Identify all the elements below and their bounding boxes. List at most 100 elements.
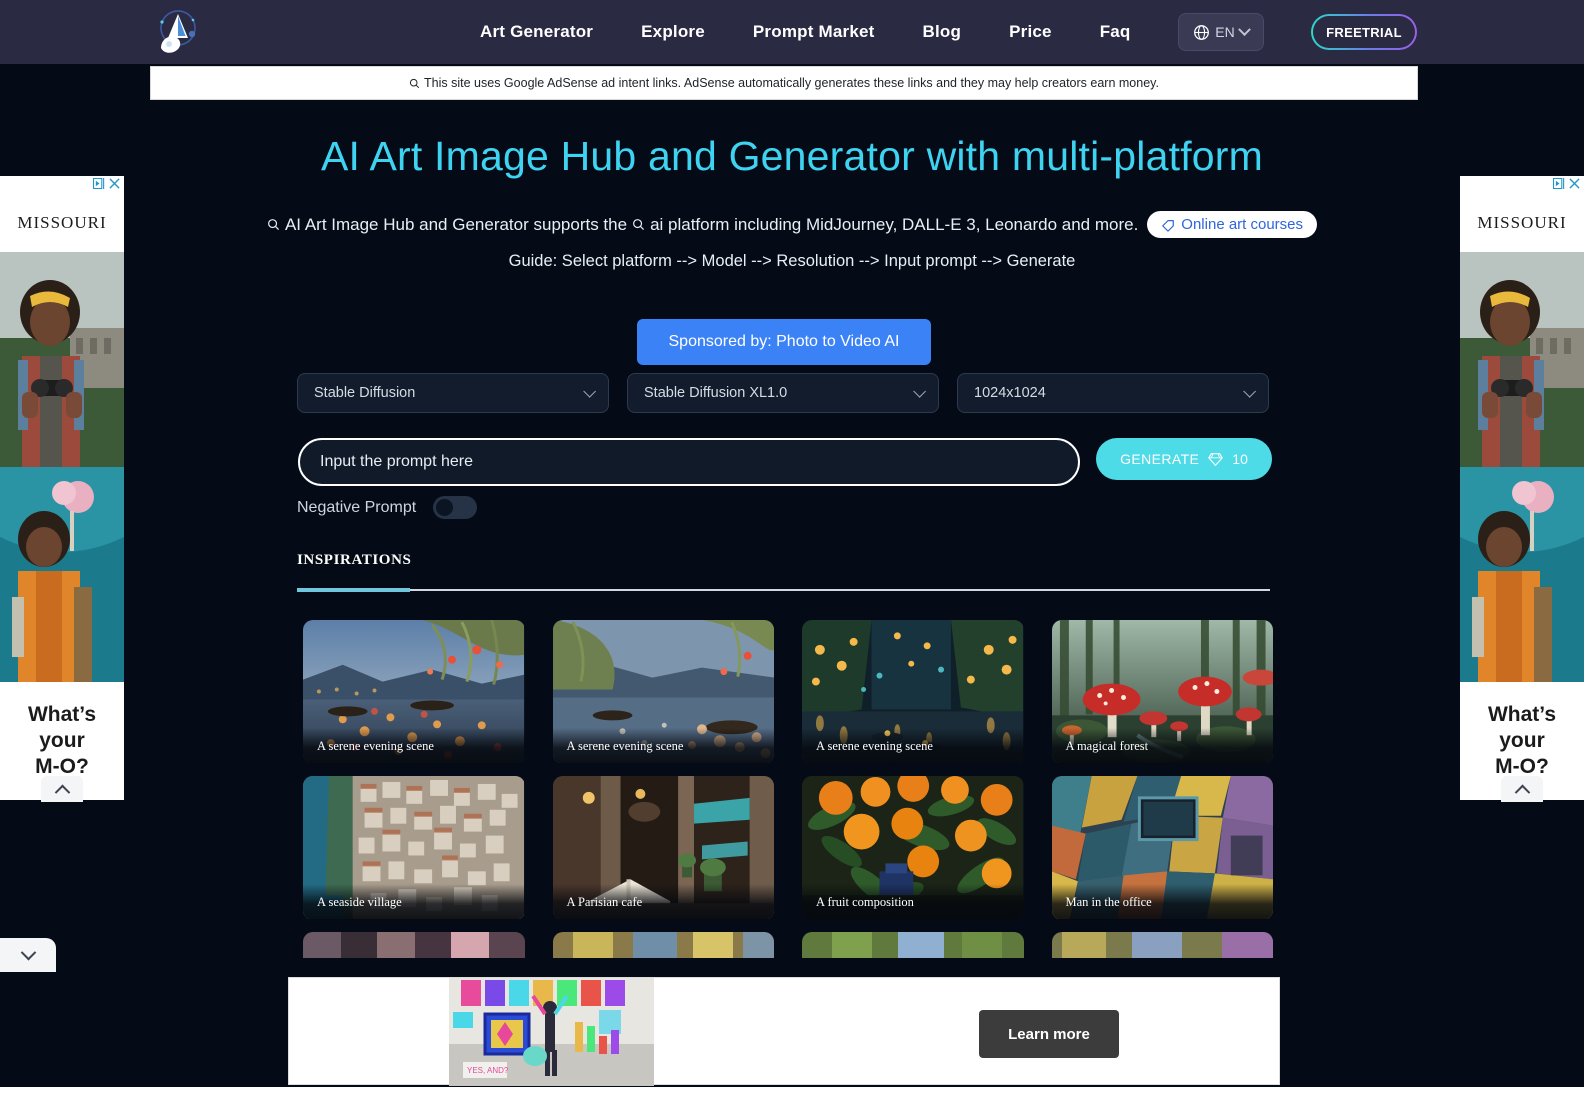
tag-icon [1162,219,1175,232]
model-select-value: Stable Diffusion XL1.0 [644,385,788,401]
chevron-down-icon [583,384,596,398]
nav-links: Art Generator Explore Prompt Market Blog… [480,0,1131,64]
inspiration-caption: A magical forest [1051,728,1273,764]
language-label: EN [1215,24,1235,40]
chevron-up-icon [1514,784,1530,800]
inspiration-card[interactable]: A serene evening scene [802,620,1024,764]
navbar: Art Generator Explore Prompt Market Blog… [0,0,1584,64]
language-selector[interactable]: EN [1178,13,1264,51]
chevron-up-icon [54,784,70,800]
side-ad-left[interactable]: MISSOURI What’s your M-O? [0,176,124,802]
globe-icon [1194,24,1210,40]
learn-more-button[interactable]: Learn more [979,1010,1119,1058]
inspirations-heading: INSPIRATIONS [297,552,412,568]
hero-subtitle-part2: ai platform including MidJourney, DALL-E… [650,214,1139,234]
inspirations-row-partial [303,932,1273,958]
purple-field-image [1051,932,1273,958]
inspiration-card[interactable]: Man in the office [1051,776,1273,920]
ad-tagline-line-2: your [39,728,85,752]
ad-tagline-line-1: What’s [1487,702,1557,726]
inspirations-grid: A serene evening scene A serene evening … [303,620,1273,970]
free-trial-label: FREETRIAL [1313,16,1415,48]
inspiration-caption: A serene evening scene [303,728,525,764]
ad-collapse-button-right[interactable] [1501,776,1543,802]
platform-select-value: Stable Diffusion [314,385,416,401]
inspiration-card[interactable] [552,932,774,958]
ad-header [0,176,124,194]
generate-label: GENERATE [1120,451,1200,467]
ad-choices-controls[interactable] [1553,178,1580,189]
portrait-row-image [303,932,525,958]
sponsor-button[interactable]: Sponsored by: Photo to Video AI [637,319,931,365]
inspirations-active-underline [297,588,410,592]
negative-prompt-row: Negative Prompt [297,496,478,519]
platform-select[interactable]: Stable Diffusion [297,373,609,413]
negative-prompt-toggle[interactable] [433,496,478,519]
close-icon [109,178,120,189]
gem-icon [1208,452,1224,466]
inspiration-card[interactable]: A magical forest [1051,620,1273,764]
inspiration-card[interactable] [802,932,1024,958]
hero-guide-text: Guide: Select platform --> Model --> Res… [508,252,1076,270]
inspirations-row: A serene evening scene A serene evening … [303,620,1273,764]
rocket-logo[interactable] [148,8,204,56]
online-art-courses-link[interactable]: Online art courses [1147,211,1318,238]
nav-link-art-generator[interactable]: Art Generator [480,22,593,42]
adchoices-icon [93,178,105,189]
ad-header [1460,176,1584,194]
adsense-notice-bar: This site uses Google AdSense ad intent … [150,66,1418,100]
page-root: Art Generator Explore Prompt Market Blog… [0,0,1584,1105]
nav-link-prompt-market[interactable]: Prompt Market [753,22,875,42]
inspiration-card[interactable]: A seaside village [303,776,525,920]
nav-link-price[interactable]: Price [1009,22,1052,42]
ad-photo-cotton-candy [1460,467,1584,682]
nav-link-faq[interactable]: Faq [1100,22,1131,42]
page-title: AI Art Image Hub and Generator with mult… [320,133,1263,179]
inspiration-caption: A Parisian cafe [552,884,774,920]
free-trial-button[interactable]: FREETRIAL [1311,14,1417,50]
bottom-ad-banner[interactable]: YES, AND? Learn more [288,977,1280,1086]
search-icon [409,78,420,88]
resolution-select[interactable]: 1024x1024 [957,373,1269,413]
nav-link-blog[interactable]: Blog [923,22,962,42]
inspiration-caption: A serene evening scene [552,728,774,764]
green-field-image [802,932,1024,958]
inspiration-caption: A serene evening scene [802,728,1024,764]
inspiration-card[interactable]: A fruit composition [802,776,1024,920]
generate-button[interactable]: GENERATE 10 [1096,438,1272,480]
ad-brand-logo: MISSOURI [1460,194,1584,252]
inspiration-card[interactable]: A serene evening scene [303,620,525,764]
resolution-select-value: 1024x1024 [974,385,1046,401]
chevron-down-icon [20,944,36,960]
generate-credits: 10 [1232,451,1248,467]
side-ad-right[interactable]: MISSOURI What’s your M-O? [1460,176,1584,802]
ad-brand-name: MISSOURI [17,213,107,232]
inspiration-card[interactable]: A Parisian cafe [552,776,774,920]
inspiration-card[interactable]: A serene evening scene [552,620,774,764]
inspiration-caption: A seaside village [303,884,525,920]
bottom-ad-image: YES, AND? [449,978,654,1086]
ad-brand-name: MISSOURI [1477,213,1567,232]
online-art-courses-label: Online art courses [1181,216,1304,233]
ad-choices-controls[interactable] [93,178,120,189]
ad-tagline-line-2: your [1499,728,1545,752]
prompt-input[interactable] [320,453,1058,471]
prompt-input-wrapper[interactable] [298,438,1080,486]
close-icon [1569,178,1580,189]
ad-photo-cotton-candy [0,467,124,682]
adsense-notice-text: This site uses Google AdSense ad intent … [424,76,1159,90]
search-icon [268,219,280,231]
ad-collapse-button-left[interactable] [41,776,83,802]
ad-brand-logo: MISSOURI [0,194,124,252]
bottom-left-expand-tab[interactable] [0,938,56,972]
adchoices-icon [1553,178,1565,189]
inspiration-card[interactable] [303,932,525,958]
inspirations-row: A seaside village A Parisian cafe A frui… [303,776,1273,920]
nav-link-explore[interactable]: Explore [641,22,705,42]
model-select[interactable]: Stable Diffusion XL1.0 [627,373,939,413]
search-icon [633,219,645,231]
inspiration-caption: A fruit composition [802,884,1024,920]
bottom-white-strip [0,1087,1584,1105]
inspiration-card[interactable] [1051,932,1273,958]
hero-subtitle: AI Art Image Hub and Generator supports … [0,211,1584,238]
